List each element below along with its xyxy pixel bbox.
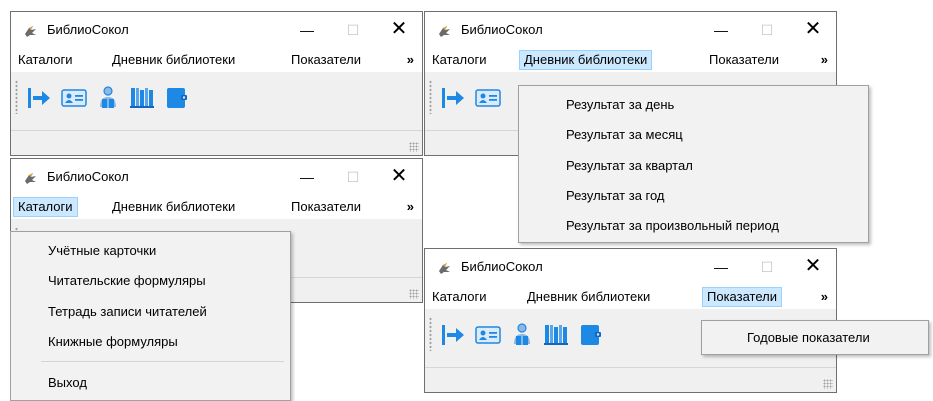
menu-item-result-day[interactable]: Результат за день (566, 97, 674, 112)
catalogs-dropdown-menu: Учётные карточки Читательские формуляры … (10, 231, 291, 401)
menu-item-result-year[interactable]: Результат за год (566, 188, 665, 203)
falcon-app-icon (23, 170, 39, 186)
menu-indicators[interactable]: Показатели (287, 197, 365, 217)
id-card-icon[interactable] (475, 322, 501, 348)
notebook-icon[interactable] (577, 322, 603, 348)
title-bar[interactable]: БиблиоСокол — ☐ ✕ (11, 12, 422, 48)
menu-item-book-forms[interactable]: Книжные формуляры (48, 334, 178, 349)
resize-grip-icon[interactable] (409, 289, 419, 299)
window-title: БиблиоСокол (47, 22, 129, 37)
menu-catalogs[interactable]: Каталоги (428, 287, 491, 307)
arrow-right-icon[interactable] (27, 85, 53, 111)
resize-grip-icon[interactable] (409, 142, 419, 152)
maximize-button[interactable]: ☐ (330, 12, 376, 48)
reader-icon[interactable] (509, 322, 535, 348)
menu-item-result-custom-period[interactable]: Результат за произвольный период (566, 218, 779, 233)
menu-catalogs[interactable]: Каталоги (428, 50, 491, 70)
id-card-icon[interactable] (475, 85, 501, 111)
maximize-button[interactable]: ☐ (330, 159, 376, 195)
notebook-icon[interactable] (163, 85, 189, 111)
menu-item-reader-forms[interactable]: Читательские формуляры (48, 273, 206, 288)
title-bar[interactable]: БиблиоСокол — ☐ ✕ (11, 159, 422, 195)
bookshelf-icon[interactable] (129, 85, 155, 111)
menu-bar: Каталоги Дневник библиотеки Показатели » (425, 48, 836, 72)
menu-separator (41, 361, 284, 362)
window-title: БиблиоСокол (461, 259, 543, 274)
falcon-app-icon (437, 260, 453, 276)
menu-overflow-chevron-icon[interactable]: » (407, 197, 414, 217)
falcon-app-icon (437, 23, 453, 39)
reader-icon[interactable] (95, 85, 121, 111)
falcon-app-icon (23, 23, 39, 39)
minimize-button[interactable]: — (284, 12, 330, 48)
menu-bar: Каталоги Дневник библиотеки Показатели » (11, 195, 422, 219)
status-bar (11, 130, 422, 155)
menu-item-reader-registry[interactable]: Тетрадь записи читателей (48, 304, 207, 319)
menu-catalogs[interactable]: Каталоги (14, 50, 77, 70)
close-button[interactable]: ✕ (376, 159, 422, 195)
menu-library-diary[interactable]: Дневник библиотеки (108, 50, 239, 70)
app-window-main: БиблиоСокол — ☐ ✕ Каталоги Дневник библи… (10, 11, 423, 156)
close-button[interactable]: ✕ (376, 12, 422, 48)
id-card-icon[interactable] (61, 85, 87, 111)
title-bar[interactable]: БиблиоСокол — ☐ ✕ (425, 12, 836, 48)
window-title: БиблиоСокол (47, 169, 129, 184)
minimize-button[interactable]: — (698, 12, 744, 48)
diary-dropdown-menu: Результат за день Результат за месяц Рез… (518, 85, 869, 243)
window-title: БиблиоСокол (461, 22, 543, 37)
menu-library-diary[interactable]: Дневник библиотеки (519, 50, 653, 70)
menu-bar: Каталоги Дневник библиотеки Показатели » (425, 285, 836, 309)
menu-indicators[interactable]: Показатели (702, 287, 782, 307)
toolbar-grip[interactable] (429, 317, 432, 351)
menu-overflow-chevron-icon[interactable]: » (821, 50, 828, 70)
menu-item-result-month[interactable]: Результат за месяц (566, 127, 683, 142)
minimize-button[interactable]: — (698, 249, 744, 285)
menu-item-exit[interactable]: Выход (48, 375, 87, 390)
menu-bar: Каталоги Дневник библиотеки Показатели » (11, 48, 422, 72)
menu-overflow-chevron-icon[interactable]: » (407, 50, 414, 70)
toolbar-grip[interactable] (15, 80, 18, 114)
title-bar[interactable]: БиблиоСокол — ☐ ✕ (425, 249, 836, 285)
menu-item-result-quarter[interactable]: Результат за квартал (566, 158, 693, 173)
arrow-right-icon[interactable] (441, 85, 467, 111)
menu-item-annual-indicators[interactable]: Годовые показатели (747, 330, 870, 345)
arrow-right-icon[interactable] (441, 322, 467, 348)
menu-indicators[interactable]: Показатели (287, 50, 365, 70)
status-bar (425, 367, 836, 392)
toolbar (11, 72, 422, 132)
resize-grip-icon[interactable] (823, 379, 833, 389)
menu-library-diary[interactable]: Дневник библиотеки (523, 287, 654, 307)
close-button[interactable]: ✕ (790, 12, 836, 48)
close-button[interactable]: ✕ (790, 249, 836, 285)
menu-library-diary[interactable]: Дневник библиотеки (108, 197, 239, 217)
menu-catalogs[interactable]: Каталоги (13, 197, 78, 217)
menu-item-accounting-cards[interactable]: Учётные карточки (48, 243, 156, 258)
maximize-button[interactable]: ☐ (744, 249, 790, 285)
menu-overflow-chevron-icon[interactable]: » (821, 287, 828, 307)
minimize-button[interactable]: — (284, 159, 330, 195)
indicators-dropdown-menu: Годовые показатели (701, 320, 929, 355)
maximize-button[interactable]: ☐ (744, 12, 790, 48)
bookshelf-icon[interactable] (543, 322, 569, 348)
menu-indicators[interactable]: Показатели (705, 50, 783, 70)
toolbar-grip[interactable] (429, 80, 432, 114)
